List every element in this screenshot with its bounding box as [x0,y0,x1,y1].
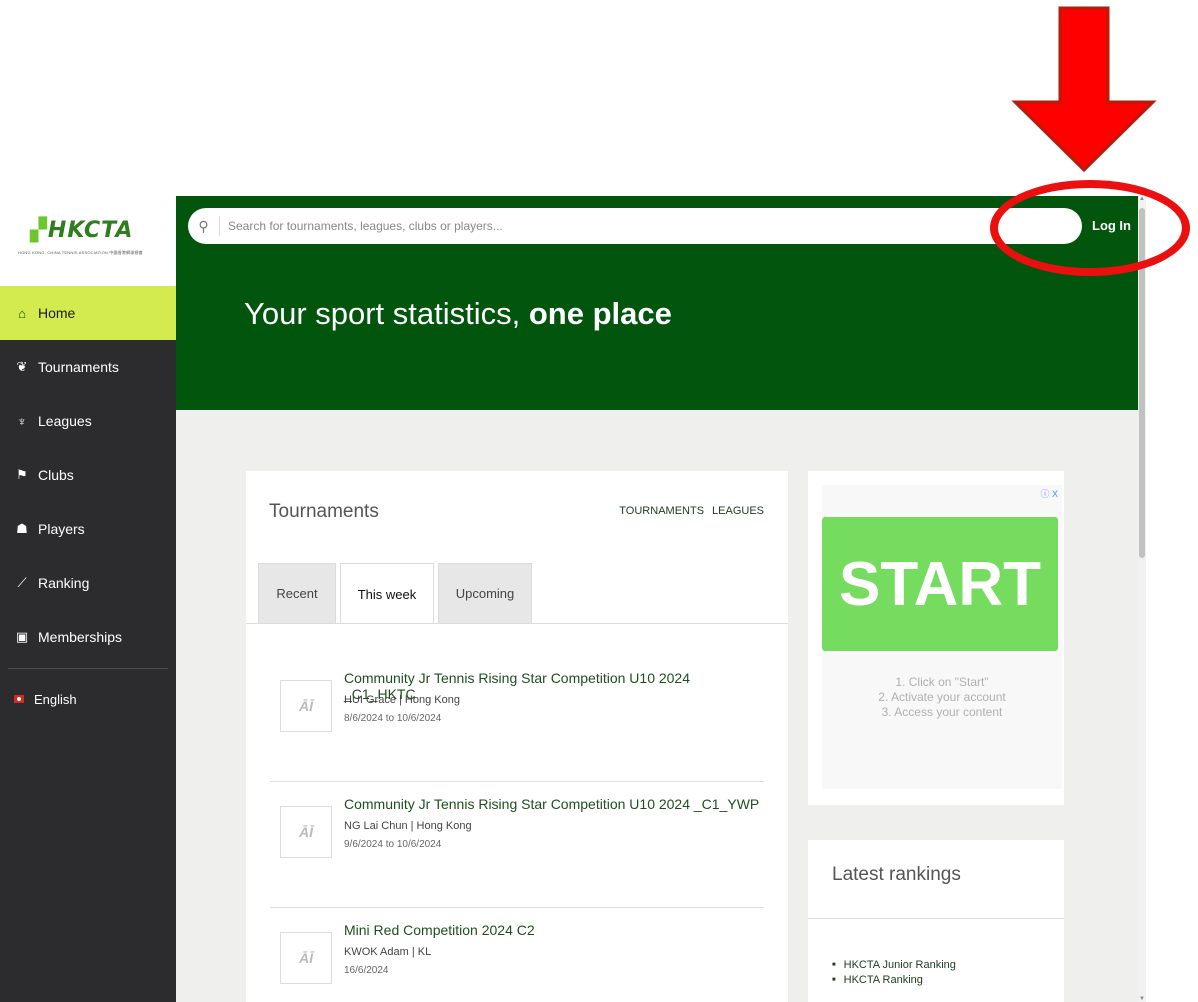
hkcta-logo[interactable]: ▞HKCTA [30,218,133,243]
sidebar: ▞HKCTA HONG KONG, CHINA TENNIS ASSOCIATI… [0,196,176,1002]
tournament-logo-icon: ĀĪ [280,932,332,984]
trophy-icon: ♆ [17,413,27,429]
tournament-organizer: KWOK Adam | KL [344,946,432,958]
tournament-date: 16/6/2024 [344,965,389,976]
red-circle-annotation [990,180,1190,276]
sidebar-item-label: Clubs [38,467,74,483]
tournament-logo-icon: ĀĪ [280,680,332,732]
id-card-icon: ▣ [15,629,29,644]
scroll-down-icon[interactable]: ▼ [1138,996,1146,1002]
tournament-name[interactable]: Mini Red Competition 2024 C2 [344,922,535,938]
tournaments-link[interactable]: TOURNAMENTS [619,505,704,517]
tournaments-card: Tournaments TOURNAMENTS LEAGUES Recent T… [246,471,788,1002]
ad-close-icon[interactable]: ⓘ X [1040,487,1058,500]
ad-start-button[interactable]: START [822,517,1058,651]
tournaments-title: Tournaments [269,501,379,522]
ranking-link-senior[interactable]: HKCTA Ranking [832,974,956,989]
sidebar-item-memberships[interactable]: ▣ Memberships [0,610,176,664]
tournament-name[interactable]: Community Jr Tennis Rising Star Competit… [344,796,759,812]
logo-area[interactable]: ▞HKCTA HONG KONG, CHINA TENNIS ASSOCIATI… [0,196,176,286]
advertisement: ⓘ X START 1. Click on "Start" 2. Activat… [808,471,1064,805]
rankings-title: Latest rankings [832,864,961,885]
hero-title: Your sport statistics, one place [244,296,672,331]
logo-subtitle: HONG KONG, CHINA TENNIS ASSOCIATION 中國香港… [18,250,143,255]
search-bar[interactable]: ⚲ [188,208,1082,244]
sidebar-item-home[interactable]: ⌂ Home [0,286,176,340]
tab-upcoming[interactable]: Upcoming [438,563,532,623]
sidebar-item-leagues[interactable]: ♆ Leagues [0,394,176,448]
ad-steps: 1. Click on "Start" 2. Activate your acc… [878,675,1006,719]
tournament-date: 8/6/2024 to 10/6/2024 [344,713,442,724]
tournament-logo-icon: ĀĪ [280,806,332,858]
main-content: ⚲ Log In Your sport statistics, one plac… [176,196,1138,1002]
search-icon: ⚲ [188,216,220,236]
sidebar-item-label: Home [38,305,76,321]
language-selector[interactable]: English [0,669,176,729]
medal-icon: ❦ [16,359,28,374]
red-arrow-annotation [1011,6,1157,173]
leagues-link[interactable]: LEAGUES [712,505,764,517]
sidebar-item-label: Ranking [38,575,90,591]
sidebar-item-ranking[interactable]: ⟋ Ranking [0,556,176,610]
tabs-divider [246,623,788,624]
tournament-list: ĀĪ Community Jr Tennis Rising Star Compe… [270,656,764,1002]
rankings-list: HKCTA Junior Ranking HKCTA Ranking [832,959,956,989]
list-item[interactable]: ĀĪ Mini Red Competition 2024 C2 KWOK Ada… [270,908,764,1002]
sidebar-item-clubs[interactable]: ⚑ Clubs [0,448,176,502]
ad-frame[interactable]: ⓘ X START 1. Click on "Start" 2. Activat… [822,485,1062,789]
sidebar-item-label: Memberships [38,629,123,645]
tournament-tabs: Recent This week Upcoming [258,563,532,624]
home-icon: ⌂ [18,305,26,321]
tab-this-week[interactable]: This week [340,563,434,624]
sidebar-item-label: Tournaments [38,359,119,375]
sidebar-nav: ⌂ Home ❦ Tournaments ♆ Leagues ⚑ Clubs ☗… [0,286,176,729]
card-links: TOURNAMENTS LEAGUES [619,505,764,517]
ranking-link-junior[interactable]: HKCTA Junior Ranking [832,959,956,974]
hong-kong-flag-icon [14,695,24,703]
language-label: English [34,691,77,707]
list-item[interactable]: ĀĪ Community Jr Tennis Rising Star Compe… [270,782,764,908]
players-icon: ☗ [16,521,28,536]
flag-icon: ⚑ [16,467,28,482]
sidebar-item-label: Players [38,521,85,537]
chart-line-icon: ⟋ [17,575,27,590]
sidebar-item-players[interactable]: ☗ Players [0,502,176,556]
tab-recent[interactable]: Recent [258,563,336,623]
tournament-organizer: NG Lai Chun | Hong Kong [344,820,472,832]
latest-rankings-card: Latest rankings HKCTA Junior Ranking HKC… [808,840,1064,1002]
page-scrollbar[interactable]: ▲ ▼ [1138,196,1146,1002]
sidebar-item-label: Leagues [38,413,92,429]
tournament-organizer: HUI Grace | Hong Kong [344,694,460,706]
rankings-divider [808,918,1064,919]
list-item[interactable]: ĀĪ Community Jr Tennis Rising Star Compe… [270,656,764,782]
tournament-date: 9/6/2024 to 10/6/2024 [344,839,442,850]
sidebar-item-tournaments[interactable]: ❦ Tournaments [0,340,176,394]
search-input[interactable] [228,219,1082,233]
